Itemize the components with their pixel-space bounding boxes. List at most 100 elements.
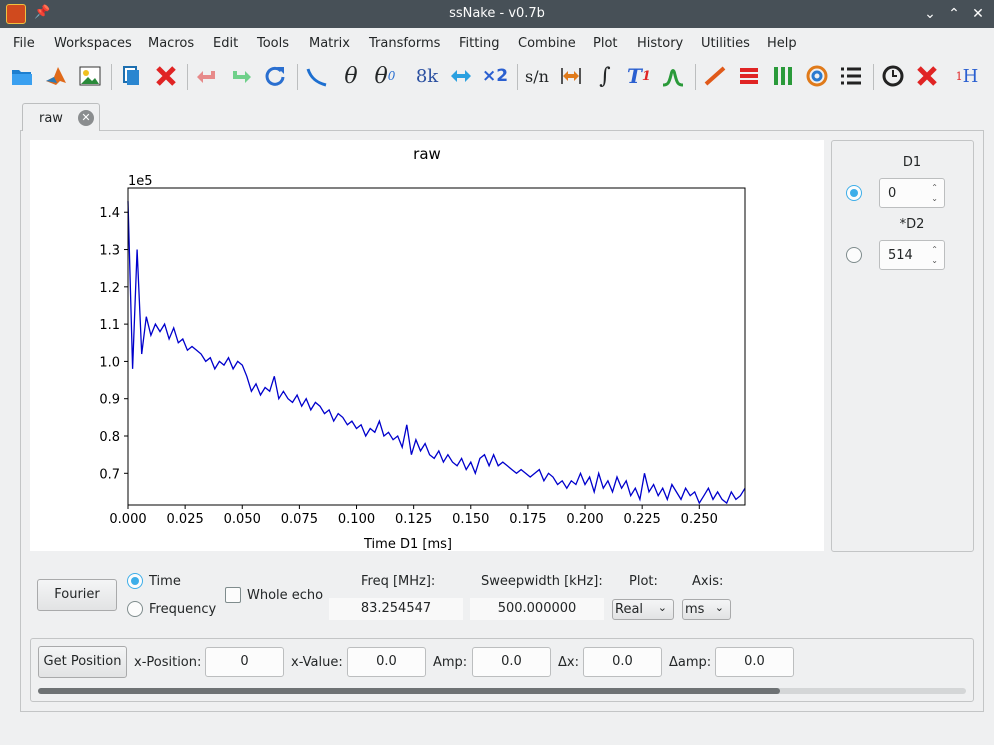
- x-tick-label: 0.250: [681, 512, 718, 527]
- peak-fit-icon[interactable]: [659, 62, 687, 90]
- x-value-label: x-Value:: [291, 655, 343, 670]
- menu-workspaces[interactable]: Workspaces: [54, 36, 132, 51]
- whole-echo-checkbox[interactable]: [225, 587, 241, 603]
- stack-plot-icon[interactable]: [735, 62, 763, 90]
- x-tick-label: 0.000: [109, 512, 146, 527]
- d2-spinbox[interactable]: 514 ⌃ ⌄: [879, 240, 945, 270]
- undo-icon[interactable]: [193, 62, 221, 90]
- tab-close-icon[interactable]: ✕: [78, 110, 94, 126]
- plot-type-select[interactable]: Real ⌄: [612, 599, 674, 620]
- menu-utilities[interactable]: Utilities: [701, 36, 750, 51]
- d2-label: *D2: [899, 217, 925, 232]
- line-chart[interactable]: raw 1e5 Time D1 [ms] 0.000 0.025 0.050 0.07…: [30, 140, 824, 551]
- nucleus-1h-icon[interactable]: 1H: [953, 62, 981, 90]
- t1-subscript: 1: [641, 68, 651, 84]
- dimension-panel: D1 0 ⌃ ⌄ *D2 514 ⌃ ⌄: [831, 140, 974, 552]
- toolbar: θ θ0 8k ×2 s/n ∫ T1 1H: [0, 58, 994, 96]
- amp-input[interactable]: 0.0: [472, 647, 551, 677]
- x-tick-label: 0.050: [224, 512, 261, 527]
- plot-type-label: Plot:: [629, 574, 658, 589]
- tab-raw[interactable]: raw ✕: [22, 103, 100, 131]
- delta-x-label: Δx:: [558, 655, 579, 670]
- theta0-glyph: θ: [374, 63, 388, 89]
- image-export-icon[interactable]: [76, 62, 104, 90]
- window-title: ssNake - v0.7b: [449, 6, 545, 21]
- spin-up-icon[interactable]: ⌃: [931, 245, 938, 254]
- reload-icon[interactable]: [261, 62, 289, 90]
- y-tick-label: 0.9: [99, 393, 120, 408]
- x-position-input[interactable]: 0: [205, 647, 284, 677]
- scrollbar-thumb[interactable]: [38, 688, 780, 694]
- menu-combine[interactable]: Combine: [518, 36, 576, 51]
- menu-history[interactable]: History: [637, 36, 683, 51]
- y-tick-label: 0.8: [99, 430, 120, 445]
- d1-label: D1: [902, 155, 922, 170]
- y-tick-label: 1.1: [99, 318, 120, 333]
- spin-down-icon[interactable]: ⌄: [931, 194, 938, 203]
- multi-plot-icon[interactable]: [837, 62, 865, 90]
- d2-radio[interactable]: [846, 247, 862, 263]
- swap-8k-icon[interactable]: 8k: [413, 62, 441, 90]
- menu-edit[interactable]: Edit: [213, 36, 238, 51]
- y-tick-label: 1.0: [99, 355, 120, 370]
- delta-amp-input[interactable]: 0.0: [715, 647, 794, 677]
- time-radio[interactable]: [127, 573, 143, 589]
- menu-file[interactable]: File: [13, 36, 35, 51]
- redo-icon[interactable]: [227, 62, 255, 90]
- clock-icon[interactable]: [879, 62, 907, 90]
- fourier-button[interactable]: Fourier: [37, 579, 117, 611]
- close-icon[interactable]: ✕: [968, 4, 988, 24]
- axis-unit-select[interactable]: ms ⌄: [682, 599, 731, 620]
- spin-down-icon[interactable]: ⌄: [931, 256, 938, 265]
- series-line: [127, 201, 746, 505]
- chevron-down-icon: ⌄: [714, 601, 724, 614]
- sweepwidth-field[interactable]: 500.000000: [470, 598, 604, 620]
- menu-tools[interactable]: Tools: [257, 36, 289, 51]
- minimize-icon[interactable]: ⌄: [920, 4, 940, 24]
- menu-fitting[interactable]: Fitting: [459, 36, 499, 51]
- axis-unit-value: ms: [685, 602, 705, 617]
- matlab-icon[interactable]: [42, 62, 70, 90]
- d1-spinbox[interactable]: 0 ⌃ ⌄: [879, 178, 945, 208]
- y-tick-label: 1.2: [99, 281, 120, 296]
- phase-theta0-icon[interactable]: θ0: [371, 62, 399, 90]
- frequency-radio[interactable]: [127, 601, 143, 617]
- array-plot-icon[interactable]: [769, 62, 797, 90]
- maximize-icon[interactable]: ⌃: [944, 4, 964, 24]
- phase-curve-icon[interactable]: [303, 62, 331, 90]
- x-axis-label: Time D1 [ms]: [363, 537, 452, 551]
- menu-plot[interactable]: Plot: [593, 36, 618, 51]
- menu-help[interactable]: Help: [767, 36, 797, 51]
- x-tick-label: 0.150: [452, 512, 489, 527]
- y-axis-multiplier: 1e5: [128, 174, 153, 189]
- multiply-icon[interactable]: ×2: [481, 62, 509, 90]
- menu-macros[interactable]: Macros: [148, 36, 194, 51]
- open-folder-icon[interactable]: [8, 62, 36, 90]
- x-tick-label: 0.025: [167, 512, 204, 527]
- close-workspace-icon[interactable]: [913, 62, 941, 90]
- freq-field[interactable]: 83.254547: [329, 598, 463, 620]
- menu-transforms[interactable]: Transforms: [369, 36, 440, 51]
- menu-matrix[interactable]: Matrix: [309, 36, 350, 51]
- x-value-input[interactable]: 0.0: [347, 647, 426, 677]
- delete-icon[interactable]: [152, 62, 180, 90]
- snr-icon[interactable]: s/n: [523, 62, 551, 90]
- relaxation-t1-icon[interactable]: T1: [625, 62, 653, 90]
- spin-up-icon[interactable]: ⌃: [931, 183, 938, 192]
- copy-icon[interactable]: [117, 62, 145, 90]
- fwhm-icon[interactable]: [557, 62, 585, 90]
- menu-bar: File Workspaces Macros Edit Tools Matrix…: [0, 28, 994, 58]
- delta-x-input[interactable]: 0.0: [583, 647, 662, 677]
- get-position-button[interactable]: Get Position: [38, 646, 127, 678]
- plot-canvas[interactable]: raw 1e5 Time D1 [ms] 0.000 0.025 0.050 0.07…: [30, 140, 824, 551]
- x-tick-label: 0.125: [395, 512, 432, 527]
- phase-theta-icon[interactable]: θ: [337, 62, 365, 90]
- line-plot-icon[interactable]: [701, 62, 729, 90]
- d1-radio[interactable]: [846, 185, 862, 201]
- contour-plot-icon[interactable]: [803, 62, 831, 90]
- y-tick-label: 0.7: [99, 467, 120, 482]
- integrate-icon[interactable]: ∫: [591, 62, 619, 90]
- shift-arrows-icon[interactable]: [447, 62, 475, 90]
- x-tick-label: 0.200: [566, 512, 603, 527]
- tab-label: raw: [39, 111, 63, 126]
